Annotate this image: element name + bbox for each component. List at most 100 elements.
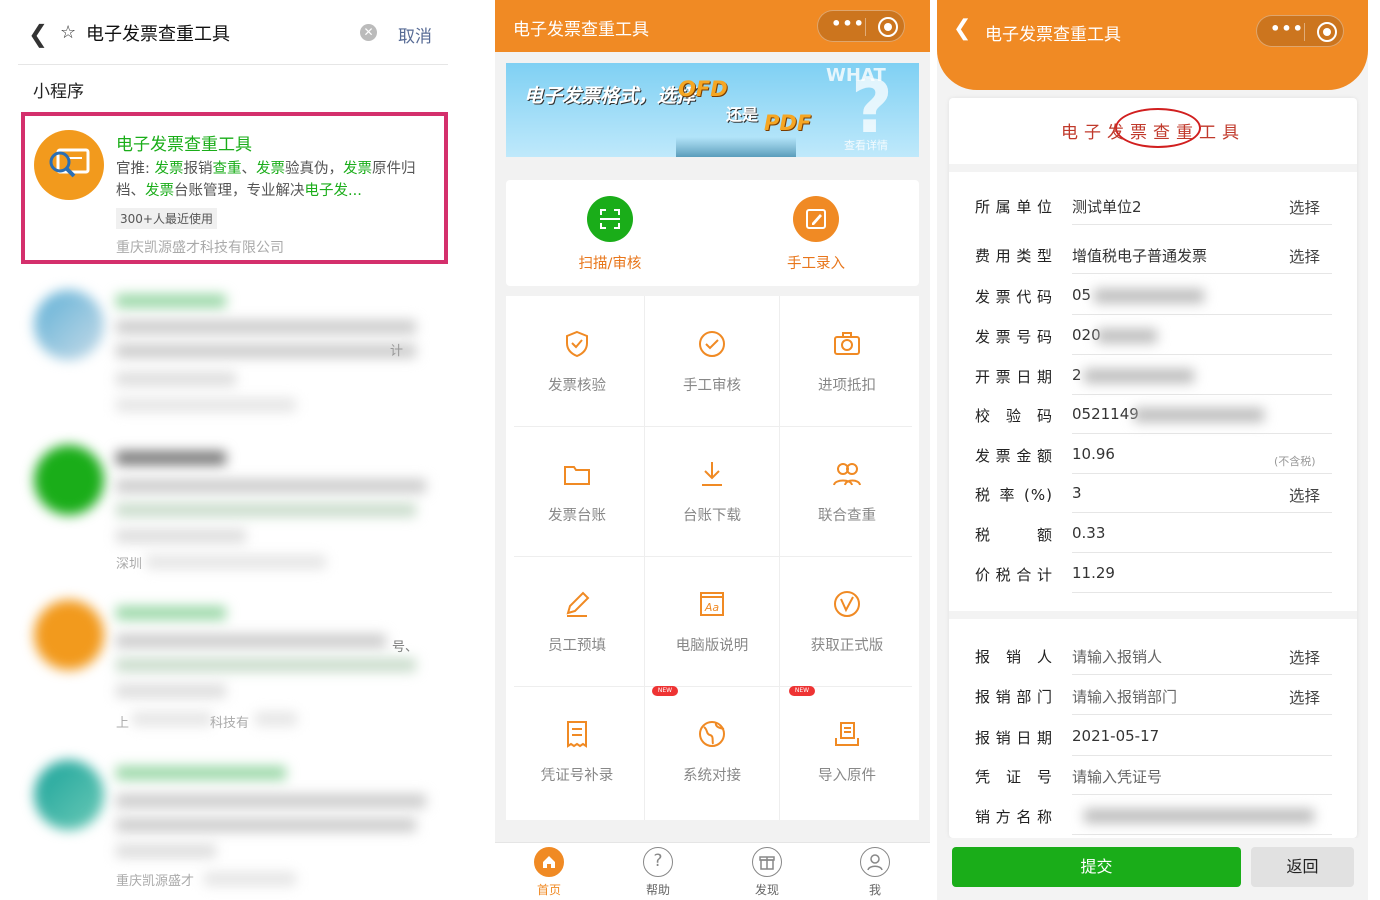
field-label: 开票日期 bbox=[975, 368, 1053, 386]
grid-item-camera[interactable]: 进项抵扣 bbox=[780, 296, 914, 426]
redacted-value bbox=[1134, 408, 1264, 422]
field-value[interactable]: 测试单位2 bbox=[1072, 196, 1142, 217]
grid-item-users[interactable]: 联合查重 bbox=[780, 426, 914, 556]
invoice-search-icon bbox=[49, 148, 90, 178]
result-item-blurred[interactable]: 计 bbox=[0, 290, 470, 440]
manual-entry-button[interactable]: 手工录入 bbox=[746, 196, 886, 276]
desc-segment: 、 bbox=[241, 161, 257, 177]
field-underline bbox=[1072, 354, 1332, 355]
grid-item-check-circle[interactable]: 手工审核 bbox=[645, 296, 779, 426]
form-row[interactable]: 所属单位 测试单位2 选择 bbox=[949, 186, 1357, 226]
select-button[interactable]: 选择 bbox=[1289, 196, 1320, 218]
form-row[interactable]: 凭 证 号 请输入凭证号 bbox=[949, 756, 1357, 796]
form-row[interactable]: 报 销 人 请输入报销人 选择 bbox=[949, 636, 1357, 676]
field-underline bbox=[1072, 714, 1332, 715]
field-value[interactable]: 0521149 bbox=[1072, 405, 1139, 423]
usage-badge: 300+人最近使用 bbox=[116, 208, 217, 229]
desc-segment: 查重 bbox=[212, 161, 242, 177]
more-icon[interactable]: ••• bbox=[830, 14, 866, 33]
grid-item-receipt[interactable]: 凭证号补录 bbox=[510, 686, 644, 816]
sparkle-icon: ☆ bbox=[60, 22, 77, 43]
form-row[interactable]: 价税合计 11.29 bbox=[949, 554, 1357, 594]
back-icon[interactable]: ❮ bbox=[28, 20, 48, 48]
select-button[interactable]: 选择 bbox=[1289, 245, 1320, 267]
submit-button[interactable]: 提交 bbox=[952, 847, 1241, 887]
field-value[interactable]: 10.96 bbox=[1072, 445, 1115, 463]
field-value[interactable]: 3 bbox=[1072, 484, 1082, 502]
divider bbox=[18, 64, 448, 65]
result-item-blurred[interactable]: 重庆凯源盛才 bbox=[0, 760, 470, 900]
shield-check-icon bbox=[566, 330, 588, 358]
field-value[interactable]: 2021-05-17 bbox=[1072, 727, 1159, 745]
form-row[interactable]: 税 率 (%) 3 选择 bbox=[949, 474, 1357, 514]
form-row[interactable]: 发票金额 10.96 (不含税) bbox=[949, 435, 1357, 475]
promo-banner[interactable]: 电子发票格式，选择 OFD 还是 PDF WHAT ? 查看详情 bbox=[506, 63, 919, 157]
field-value[interactable]: 请输入凭证号 bbox=[1072, 766, 1162, 787]
tab-me-label: 我 bbox=[868, 883, 881, 897]
grid-item-label: 手工审核 bbox=[683, 378, 741, 394]
grid-item-label: 员工预填 bbox=[548, 638, 606, 654]
grid-item-label: 发票核验 bbox=[548, 378, 606, 394]
close-miniprogram-icon[interactable] bbox=[878, 17, 898, 37]
redacted-value bbox=[1084, 809, 1314, 823]
select-button[interactable]: 选择 bbox=[1289, 484, 1320, 506]
grid-item-folder[interactable]: 发票台账 bbox=[510, 426, 644, 556]
field-value[interactable]: 请输入报销人 bbox=[1072, 646, 1162, 667]
section-divider bbox=[949, 611, 1357, 619]
section-divider bbox=[949, 164, 1357, 172]
field-underline bbox=[1072, 314, 1332, 315]
field-underline bbox=[1072, 433, 1332, 434]
field-value[interactable]: 11.29 bbox=[1072, 564, 1115, 582]
banner-detail-link[interactable]: 查看详情 bbox=[844, 137, 888, 153]
question-mark-icon: ? bbox=[851, 65, 893, 149]
tab-home[interactable]: 首页 bbox=[514, 847, 584, 898]
form-row[interactable]: 报销部门 请输入报销部门 选择 bbox=[949, 676, 1357, 716]
grid-item-globe[interactable]: NEW 系统对接 bbox=[645, 686, 779, 816]
grid-item-import-doc[interactable]: NEW 导入原件 bbox=[780, 686, 914, 816]
field-value[interactable]: 请输入报销部门 bbox=[1072, 686, 1177, 707]
tab-help[interactable]: ? 帮助 bbox=[623, 847, 693, 898]
close-miniprogram-icon[interactable] bbox=[1317, 22, 1337, 42]
redacted-value bbox=[1094, 289, 1204, 303]
field-value[interactable]: 2 bbox=[1072, 366, 1082, 384]
field-value[interactable]: 05 bbox=[1072, 286, 1091, 304]
globe-icon bbox=[699, 721, 725, 747]
field-label: 发票代码 bbox=[975, 288, 1053, 306]
grid-item-label: 凭证号补录 bbox=[540, 768, 614, 784]
field-note: (不含税) bbox=[1274, 455, 1316, 468]
grid-item-download[interactable]: 台账下载 bbox=[645, 426, 779, 556]
grid-item-font-doc[interactable]: Aa 电脑版说明 bbox=[645, 556, 779, 686]
check-circle-icon bbox=[699, 331, 725, 357]
field-value[interactable]: 增值税电子普通发票 bbox=[1072, 245, 1207, 266]
desc-segment: 电子发... bbox=[304, 183, 362, 199]
result-company: 重庆凯源盛才科技有限公司 bbox=[116, 240, 284, 256]
tab-discover-label: 发现 bbox=[754, 883, 779, 897]
tab-me[interactable]: 我 bbox=[840, 847, 910, 898]
pencil-icon bbox=[566, 591, 590, 617]
grid-item-pencil[interactable]: 员工预填 bbox=[510, 556, 644, 686]
clear-icon[interactable]: ✕ bbox=[360, 24, 377, 41]
result-item-blurred[interactable]: 号、 上 科技有 bbox=[0, 600, 470, 750]
form-row[interactable]: 报销日期 2021-05-17 bbox=[949, 717, 1357, 757]
field-label: 凭 证 号 bbox=[975, 768, 1053, 786]
scan-audit-button[interactable]: 扫描/审核 bbox=[540, 196, 680, 276]
tab-discover[interactable]: 发现 bbox=[732, 847, 802, 898]
field-underline bbox=[1072, 224, 1332, 225]
more-icon[interactable]: ••• bbox=[1269, 19, 1305, 38]
download-icon bbox=[702, 462, 722, 486]
field-value[interactable]: 0.33 bbox=[1072, 524, 1105, 542]
receipt-icon bbox=[567, 721, 587, 748]
cancel-button[interactable]: 取消 bbox=[398, 22, 432, 47]
bottom-actions: 提交 返回 bbox=[937, 838, 1368, 900]
grid-item-shield-check[interactable]: 发票核验 bbox=[510, 296, 644, 426]
search-input[interactable]: 电子发票查重工具 bbox=[86, 20, 230, 46]
result-item-blurred[interactable]: 深圳 bbox=[0, 445, 470, 595]
desc-segment: 发票 bbox=[145, 183, 174, 199]
form-row[interactable]: 费用类型 增值税电子普通发票 选择 bbox=[949, 235, 1357, 275]
form-row[interactable]: 税 额 0.33 bbox=[949, 514, 1357, 554]
return-button[interactable]: 返回 bbox=[1251, 847, 1354, 887]
select-button[interactable]: 选择 bbox=[1289, 646, 1320, 668]
back-icon[interactable]: ❮ bbox=[953, 16, 971, 41]
grid-item-version[interactable]: 获取正式版 bbox=[780, 556, 914, 686]
select-button[interactable]: 选择 bbox=[1289, 686, 1320, 708]
